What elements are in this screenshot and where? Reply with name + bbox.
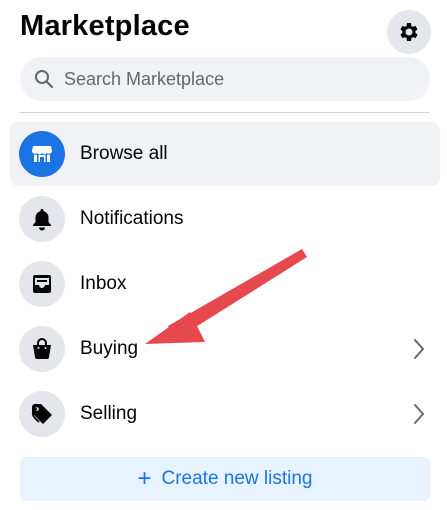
- search-input[interactable]: [62, 67, 406, 91]
- nav-label-notifications: Notifications: [80, 208, 184, 229]
- search-bar[interactable]: [20, 57, 430, 101]
- nav-label-browse-all: Browse all: [80, 143, 168, 164]
- nav-item-buying[interactable]: Buying: [10, 317, 440, 381]
- divider: [20, 112, 430, 113]
- nav-icon-container: [19, 196, 65, 242]
- bell-icon: [33, 209, 51, 231]
- page-title: Marketplace: [20, 10, 190, 42]
- create-listing-label: Create new listing: [161, 468, 313, 489]
- nav-item-browse-all[interactable]: Browse all: [10, 122, 440, 186]
- settings-button[interactable]: [387, 10, 431, 54]
- gear-icon: [400, 23, 418, 41]
- header: Marketplace: [20, 8, 431, 54]
- create-new-listing-button[interactable]: + Create new listing: [20, 457, 430, 501]
- chevron-right-icon: [414, 339, 424, 359]
- nav-icon-container: [19, 391, 65, 437]
- nav-item-selling[interactable]: Selling: [10, 382, 440, 446]
- nav-icon-container: [19, 326, 65, 372]
- nav-item-inbox[interactable]: Inbox: [10, 252, 440, 316]
- chevron-right-icon: [414, 404, 424, 424]
- nav-icon-container: [19, 131, 65, 177]
- plus-icon: +: [137, 465, 152, 492]
- price-tag-icon: [31, 404, 52, 424]
- nav-label-buying: Buying: [80, 338, 139, 359]
- nav-icon-container: [19, 261, 65, 307]
- shopping-bag-icon: [33, 338, 51, 359]
- nav-label-selling: Selling: [80, 403, 138, 424]
- nav-item-notifications[interactable]: Notifications: [10, 187, 440, 251]
- search-icon: [35, 70, 54, 89]
- storefront-icon: [32, 146, 52, 162]
- nav-label-inbox: Inbox: [80, 273, 127, 294]
- inbox-icon: [33, 275, 51, 293]
